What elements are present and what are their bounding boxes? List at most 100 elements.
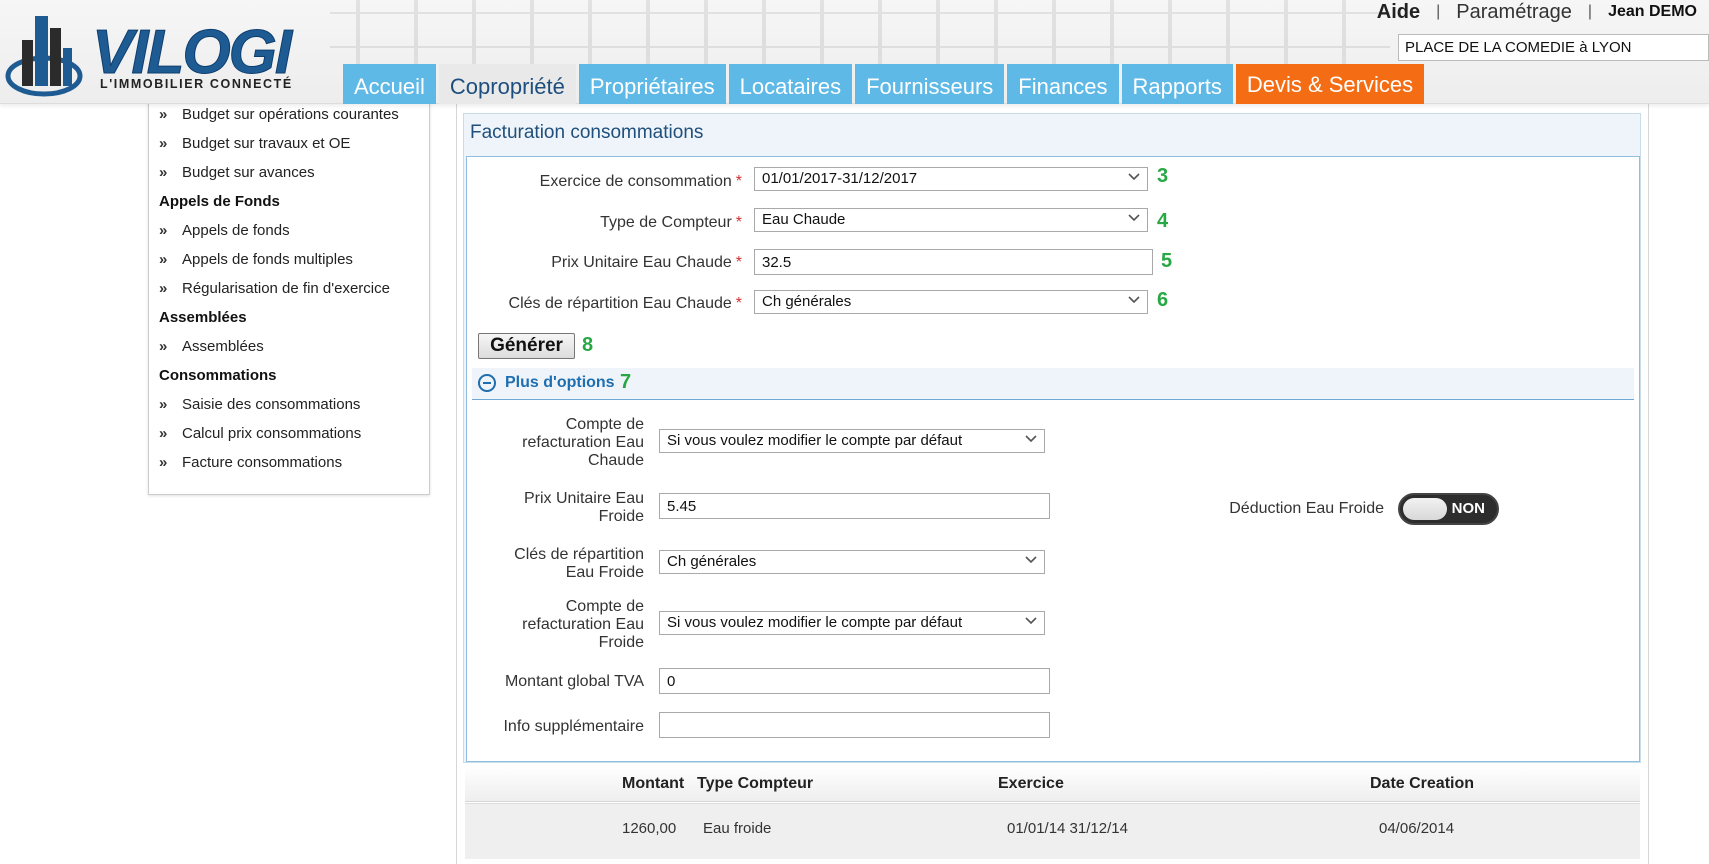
chevron-down-icon [1128,214,1140,222]
app-header: VILOGI L'IMMOBILIER CONNECTÉ Aide | Para… [0,0,1709,104]
required-marker: * [735,254,742,271]
double-chevron-icon: » [159,395,168,413]
column-header-date[interactable]: Date Creation [1370,775,1474,793]
separator: | [1436,3,1441,20]
cles-repartition-label-text: Clés de répartition Eau Chaude [508,295,732,312]
compte-refacturation-ef-value: Si vous voulez modifier le compte par dé… [667,614,963,631]
nav-tab-locataires[interactable]: Locataires [728,64,853,104]
step-marker-5: 5 [1161,250,1173,272]
prix-unitaire-label-text: Prix Unitaire Eau Chaude [551,254,732,271]
sidebar-item-budget-avances[interactable]: » Budget sur avances [159,162,315,182]
prix-unitaire-ef-input[interactable] [659,493,1050,519]
sidebar-item-budget-travaux[interactable]: » Budget sur travaux et OE [159,133,350,153]
compte-refacturation-ef-select[interactable]: Si vous voulez modifier le compte par dé… [659,611,1045,635]
cell-type: Eau froide [703,820,772,837]
sidebar-item-calcul-prix[interactable]: » Calcul prix consommations [159,423,361,443]
sidebar-heading-assemblees: Assemblées [159,308,247,326]
sidebar-item-label: Régularisation de fin d'exercice [182,279,390,297]
options-bar [472,368,1634,400]
exercice-select[interactable]: 01/01/2017-31/12/2017 [754,167,1148,191]
user-name[interactable]: Jean DEMO [1608,3,1697,21]
cles-repartition-label: Clés de répartition Eau Chaude * [480,295,742,313]
double-chevron-icon: » [159,424,168,442]
sidebar-item-label: Budget sur opérations courantes [182,105,399,123]
vilogi-logo[interactable]: VILOGI L'IMMOBILIER CONNECTÉ [4,6,324,104]
more-options-label: Plus d'options [505,374,615,391]
column-header-montant[interactable]: Montant [622,775,684,793]
help-link[interactable]: Aide [1377,1,1420,24]
column-header-exercice[interactable]: Exercice [998,775,1064,793]
sidebar-heading-consommations: Consommations [159,366,277,384]
sidebar-item-budget-operations[interactable]: » Budget sur opérations courantes [159,104,399,124]
step-marker-7: 7 [620,371,632,393]
cles-repartition-ef-select[interactable]: Ch générales [659,550,1045,574]
required-marker: * [735,295,742,312]
column-header-type[interactable]: Type Compteur [697,775,813,793]
cell-exercice: 01/01/14 31/12/14 [1007,820,1128,837]
chevron-down-icon [1025,617,1037,625]
sidebar-item-label: Saisie des consommations [182,395,361,413]
separator: | [1587,3,1593,20]
nav-tab-proprietaires[interactable]: Propriétaires [578,64,726,104]
sidebar-item-appels-de-fonds[interactable]: » Appels de fonds [159,220,290,240]
deduction-ef-toggle[interactable]: NON [1398,493,1499,525]
sidebar-item-saisie-consommations[interactable]: » Saisie des consommations [159,394,360,414]
more-options-toggle[interactable]: Plus d'options [478,374,615,392]
type-compteur-select[interactable]: Eau Chaude [754,208,1148,232]
tva-input[interactable] [659,668,1050,694]
sidebar-item-facture-consommations[interactable]: » Facture consommations [159,452,342,472]
cles-repartition-ef-value: Ch générales [667,553,757,570]
main-nav: Accueil Copropriété Propriétaires Locata… [343,64,1425,104]
nav-tab-devis-services[interactable]: Devis & Services [1235,64,1425,104]
info-input[interactable] [659,712,1050,738]
sidebar-item-appels-multiples[interactable]: » Appels de fonds multiples [159,249,353,269]
sidebar-item-label: Calcul prix consommations [182,424,362,442]
toggle-state: NON [1451,500,1485,517]
nav-tab-rapports[interactable]: Rapports [1121,64,1233,104]
prix-unitaire-label: Prix Unitaire Eau Chaude * [480,254,742,272]
nav-tab-accueil[interactable]: Accueil [343,64,436,104]
step-marker-4: 4 [1157,210,1169,232]
compte-refacturation-ec-label: Compte de refacturation Eau Chaude [522,416,644,469]
compte-refacturation-ec-select[interactable]: Si vous voulez modifier le compte par dé… [659,429,1045,453]
property-selector-input[interactable] [1398,34,1709,61]
generate-button[interactable]: Générer [478,333,575,359]
chevron-down-icon [1128,173,1140,181]
sidebar-item-label: Appels de fonds multiples [182,250,353,268]
double-chevron-icon: » [159,221,168,239]
double-chevron-icon: » [159,337,168,355]
tva-label: Montant global TVA [504,673,644,690]
cles-repartition-select-value: Ch générales [762,293,852,310]
cell-date: 04/06/2014 [1379,820,1455,837]
top-links: Aide | Paramétrage | Jean DEMO [1377,0,1697,24]
nav-tab-fournisseurs[interactable]: Fournisseurs [855,64,1005,104]
double-chevron-icon: » [159,279,168,297]
step-marker-6: 6 [1157,289,1169,311]
sidebar-item-label: Budget sur avances [182,163,315,181]
chevron-down-icon [1025,435,1037,443]
double-chevron-icon: » [159,163,168,181]
exercice-select-value: 01/01/2017-31/12/2017 [762,170,918,187]
chevron-down-icon [1128,296,1140,304]
prix-unitaire-input[interactable] [754,249,1153,275]
sidebar-item-label: Appels de fonds [182,221,290,239]
cell-montant: 1260,00 [622,820,677,837]
collapse-minus-icon [478,374,496,392]
double-chevron-icon: » [159,134,168,152]
sidebar: » Budget sur opérations courantes » Budget… [148,96,430,495]
nav-tab-copropriete[interactable]: Copropriété [438,64,576,104]
cles-repartition-select[interactable]: Ch générales [754,290,1148,314]
sidebar-item-regularisation[interactable]: » Régularisation de fin d'exercice [159,278,390,298]
nav-tab-finances[interactable]: Finances [1007,64,1119,104]
sidebar-item-label: Budget sur travaux et OE [182,134,351,152]
step-marker-3: 3 [1157,165,1169,187]
required-marker: * [735,173,742,190]
double-chevron-icon: » [159,453,168,471]
compte-refacturation-ef-label: Compte de refacturation Eau Froide [522,598,644,651]
exercice-label-text: Exercice de consommation [539,173,732,190]
settings-link[interactable]: Paramétrage [1456,1,1572,24]
logo-tagline: L'IMMOBILIER CONNECTÉ [100,77,293,91]
compte-refacturation-ec-value: Si vous voulez modifier le compte par dé… [667,432,963,449]
sidebar-item-label: Assemblées [182,337,264,355]
sidebar-item-assemblees[interactable]: » Assemblées [159,336,264,356]
